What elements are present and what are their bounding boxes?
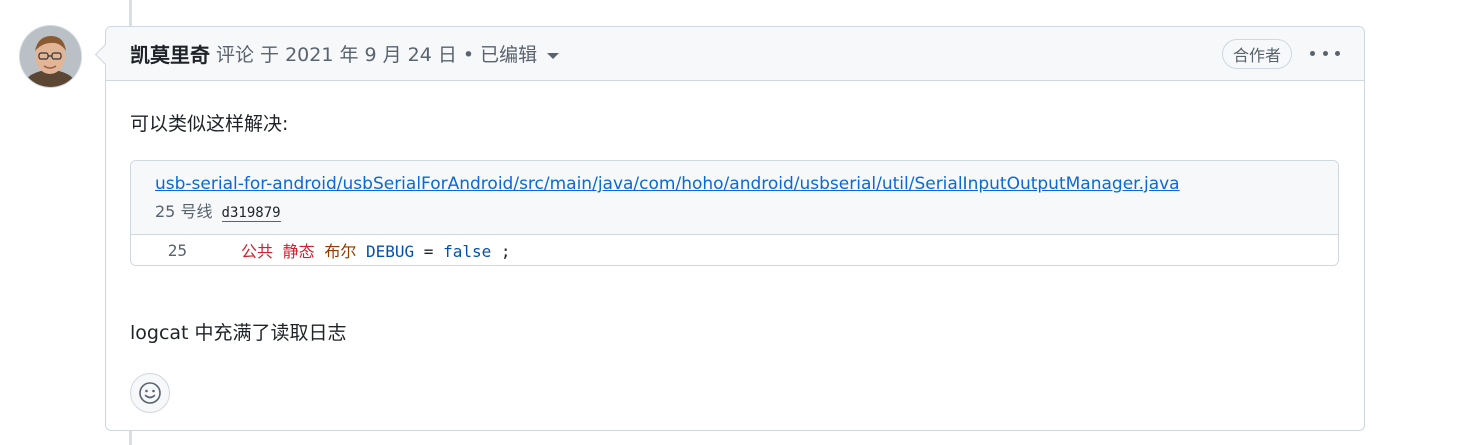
comment-intro-text: 可以类似这样解决: [130,113,289,135]
code-text: 公共 静态 布尔 DEBUG = false ; [211,238,511,262]
line-info: 25 号线 d319879 [155,198,1314,222]
comment-box: 凯莫里奇 评论 于 2021 年 9 月 24 日 • 已编辑 合作者 可以类似… [105,26,1365,431]
line-label: 25 号线 [155,202,213,221]
chevron-down-icon[interactable] [547,52,560,59]
comment-header: 凯莫里奇 评论 于 2021 年 9 月 24 日 • 已编辑 合作者 [106,27,1364,81]
smiley-icon [139,382,161,404]
kebab-horizontal-icon[interactable] [1310,44,1340,64]
code-keyword: 静态 [282,242,315,261]
user-avatar-icon [20,26,81,87]
code-line: 25 公共 静态 布尔 DEBUG = false ; [131,235,1338,265]
author-name[interactable]: 凯莫里奇 [130,39,210,68]
comment-body: 可以类似这样解决: usb-serial-for-android/usbSeri… [106,81,1364,413]
code-literal: false [443,242,492,261]
code-type: 布尔 [324,242,357,261]
snippet-header: usb-serial-for-android/usbSerialForAndro… [131,161,1338,235]
avatar[interactable] [20,26,81,87]
code-semicolon: ; [500,242,511,261]
header-actions: 合作者 [1221,38,1340,69]
code-keyword: 公共 [241,242,274,261]
line-number[interactable]: 25 [131,241,211,260]
add-reaction-button[interactable] [130,373,170,413]
comment-outro-text: logcat 中充满了读取日志 [130,322,347,344]
commit-sha-link[interactable]: d319879 [221,205,281,222]
code-identifier: DEBUG [365,242,415,261]
file-path-link[interactable]: usb-serial-for-android/usbSerialForAndro… [155,174,1314,194]
code-operator: = [423,242,434,261]
code-snippet: usb-serial-for-android/usbSerialForAndro… [130,160,1339,266]
comment-meta[interactable]: 评论 于 2021 年 9 月 24 日 • 已编辑 [216,40,537,67]
role-badge: 合作者 [1221,38,1292,69]
